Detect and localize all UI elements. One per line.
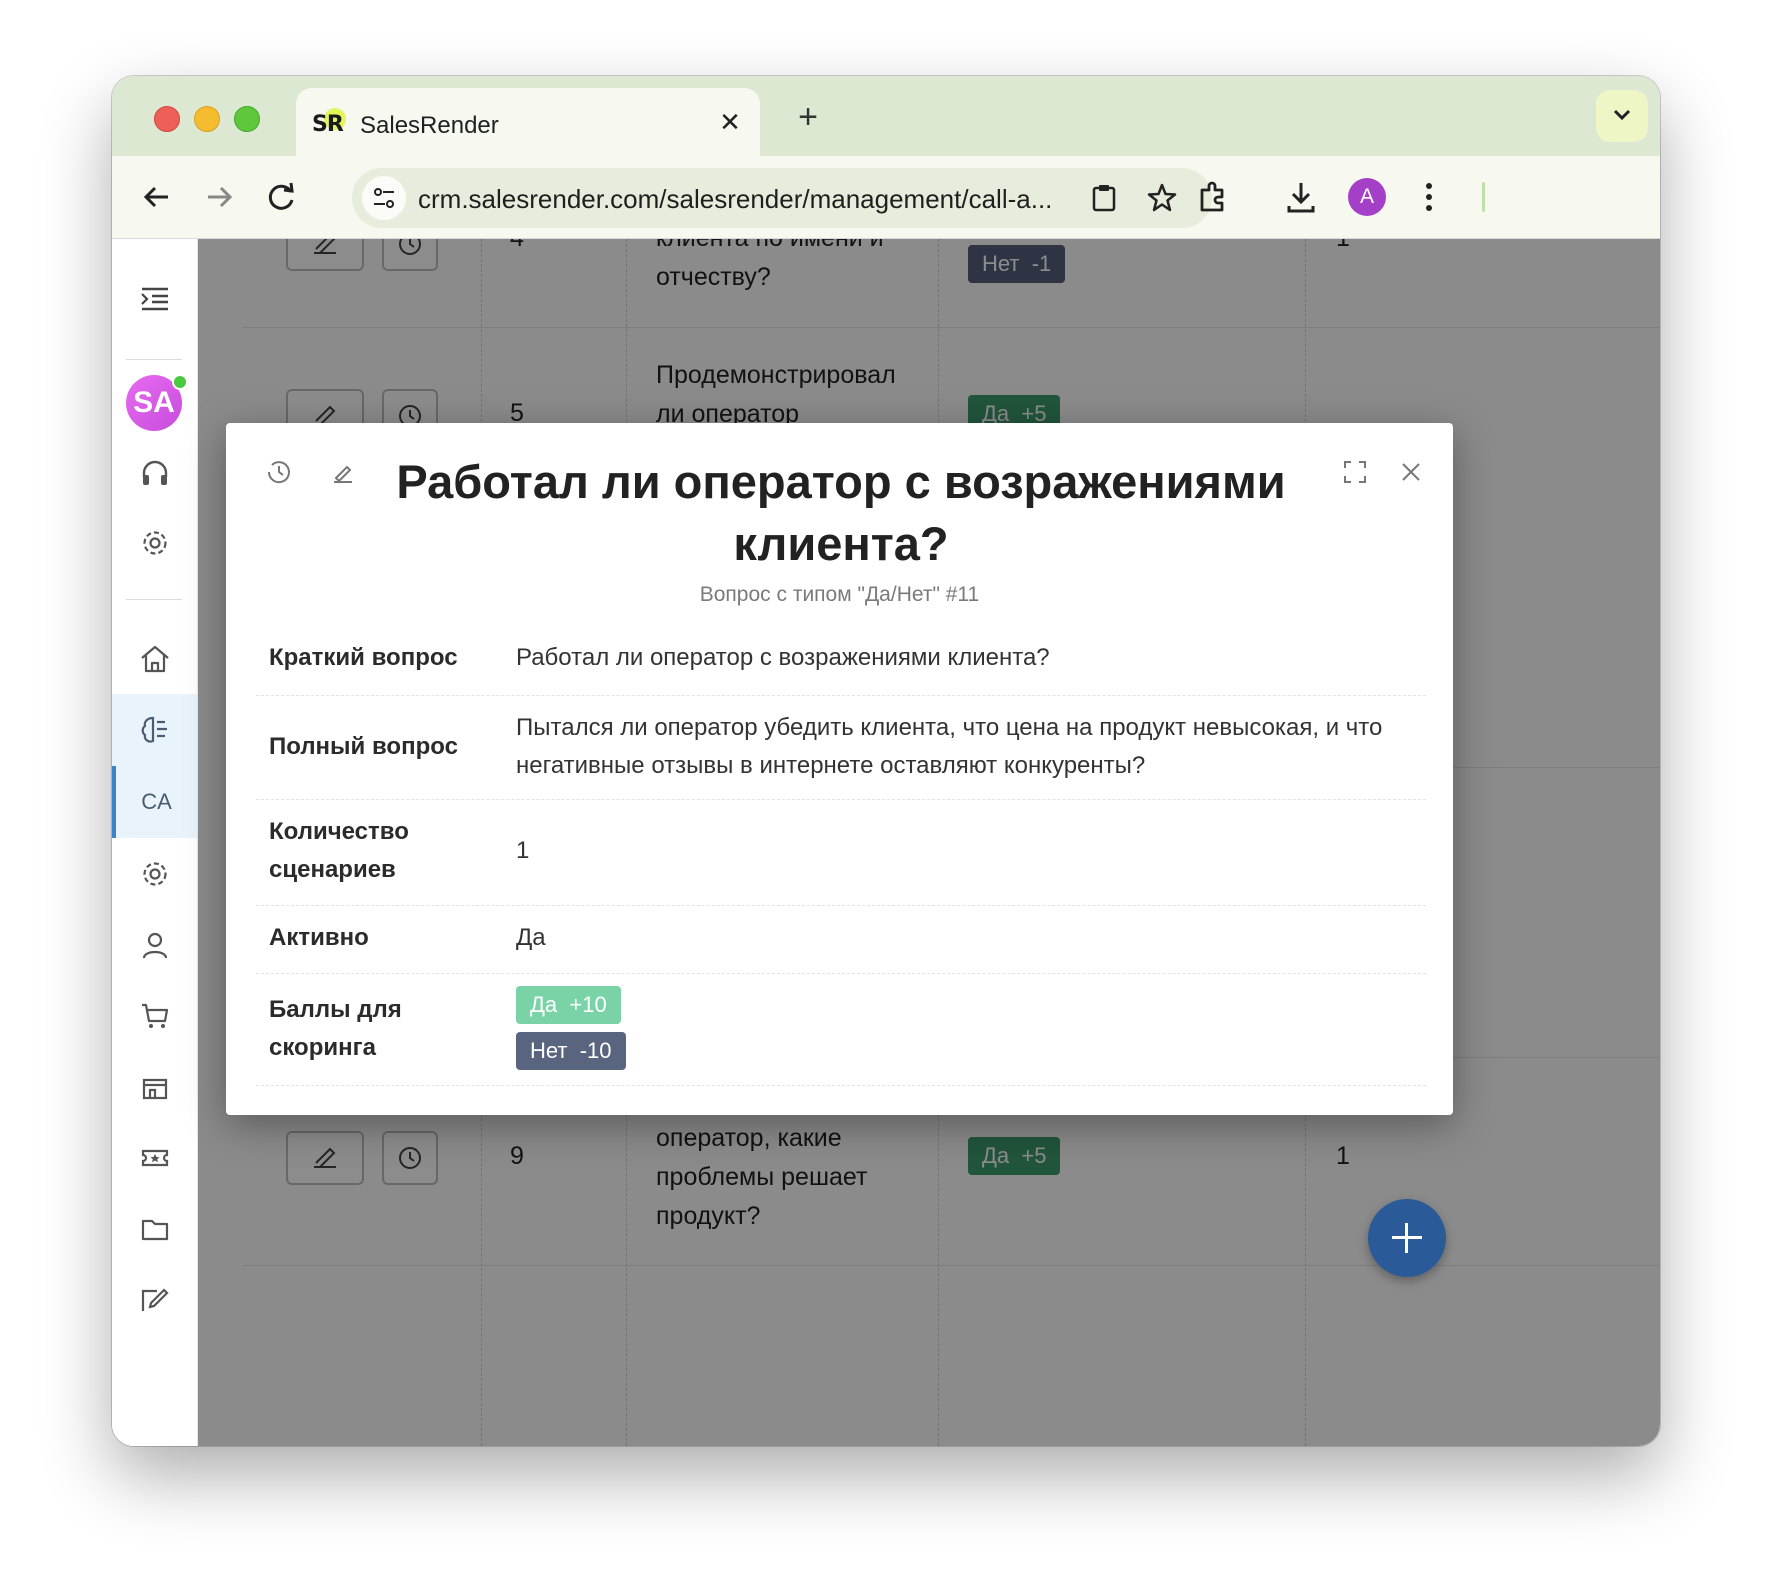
brain-icon	[141, 716, 167, 743]
sidebar-toggle-button[interactable]	[112, 263, 197, 335]
browser-window: SR SalesRender ✕ + crm.salesrender.com/s…	[112, 76, 1660, 1446]
edit-note-icon	[141, 1288, 169, 1311]
question-modal: Работал ли оператор с возражениями клиен…	[226, 423, 1453, 1115]
extensions-icon[interactable]	[1192, 176, 1234, 218]
add-question-button[interactable]	[1368, 1199, 1446, 1277]
field-row-full: Полный вопрос Пытался ли оператор убедит…	[256, 695, 1426, 800]
forward-arrow-icon[interactable]	[198, 176, 240, 218]
ticket-star-icon	[141, 1149, 168, 1167]
gear-icon	[142, 531, 167, 555]
sidebar-item-notes[interactable]	[112, 1264, 197, 1336]
close-window-button[interactable]	[154, 106, 180, 132]
sidebar-item-tickets[interactable]	[112, 1122, 197, 1194]
download-icon[interactable]	[1280, 176, 1322, 218]
gear-icon	[142, 862, 167, 886]
score-yes-badge: Да +10	[516, 986, 621, 1024]
toolbar-separator	[1482, 182, 1485, 212]
browser-toolbar: crm.salesrender.com/salesrender/manageme…	[112, 156, 1660, 239]
back-arrow-icon[interactable]	[136, 176, 178, 218]
headset-icon	[142, 460, 167, 485]
active-label: Активно	[269, 924, 369, 951]
field-row-scores: Баллы для скоринга Да +10 Нет -10	[256, 973, 1426, 1086]
chevron-down-icon	[1613, 109, 1631, 121]
more-vertical-icon[interactable]	[1408, 176, 1450, 218]
fullscreen-icon[interactable]	[1340, 457, 1370, 487]
sidebar-divider	[126, 359, 182, 360]
folder-icon	[141, 1219, 168, 1241]
cart-icon	[141, 1003, 168, 1028]
bookmark-star-icon[interactable]	[1146, 182, 1178, 214]
salesrender-favicon-icon: SR	[312, 108, 346, 140]
sidebar-divider	[126, 599, 182, 600]
url-text: crm.salesrender.com/salesrender/manageme…	[418, 184, 1053, 214]
user-icon	[142, 932, 167, 959]
browser-tab[interactable]: SR SalesRender ✕	[296, 88, 760, 158]
new-tab-button[interactable]: +	[788, 98, 828, 138]
sidebar-item-home[interactable]	[112, 623, 197, 695]
zoom-window-button[interactable]	[234, 106, 260, 132]
favicon-text: SR	[312, 112, 344, 137]
sidebar-item-ai[interactable]	[112, 694, 197, 766]
sidebar-item-calls[interactable]	[112, 437, 197, 509]
site-info-button[interactable]	[362, 176, 406, 220]
minimize-window-button[interactable]	[194, 106, 220, 132]
modal-subtitle: Вопрос с типом "Да/Нет" #11	[699, 583, 980, 606]
modal-title: Работал ли оператор с возражениями клиен…	[396, 455, 1286, 570]
active-value: Да	[516, 924, 546, 951]
tab-close-icon[interactable]: ✕	[714, 106, 746, 138]
history-icon[interactable]	[264, 457, 294, 487]
close-icon[interactable]	[1396, 457, 1426, 487]
sidebar-item-users[interactable]	[112, 909, 197, 981]
online-status-dot	[172, 374, 188, 390]
menu-indent-icon	[140, 287, 168, 311]
field-row-short: Краткий вопрос Работал ли оператор с воз…	[256, 623, 1426, 696]
title-bar: SR SalesRender ✕ +	[112, 76, 1660, 158]
sidebar-item-cart[interactable]	[112, 980, 197, 1052]
sidebar-item-warehouse[interactable]	[112, 1051, 197, 1123]
tab-title: SalesRender	[360, 112, 499, 139]
sidebar-item-settings[interactable]	[112, 838, 197, 910]
home-icon	[140, 645, 169, 673]
field-row-count: Количество сценариев 1	[256, 799, 1426, 906]
short-question-label: Краткий вопрос	[269, 644, 458, 671]
short-question-value: Работал ли оператор с возражениями клиен…	[516, 644, 1050, 671]
full-question-label: Полный вопрос	[269, 733, 458, 760]
full-question-value: Пытался ли оператор убедить клиента, что…	[516, 714, 1383, 779]
pencil-icon[interactable]	[328, 457, 358, 487]
sidebar-item-files[interactable]	[112, 1193, 197, 1265]
sidebar: SA CA	[112, 239, 198, 1446]
tune-icon	[374, 188, 394, 208]
tab-search-button[interactable]	[1596, 90, 1648, 142]
sidebar-item-settings-top[interactable]	[112, 507, 197, 579]
scoring-points-label: Баллы для скоринга	[269, 996, 402, 1061]
profile-avatar[interactable]: A	[1348, 178, 1386, 216]
address-bar[interactable]: crm.salesrender.com/salesrender/manageme…	[352, 168, 1212, 228]
sidebar-item-ca[interactable]: CA	[112, 766, 197, 838]
store-icon	[142, 1078, 167, 1100]
page-content: SA CA отчеству? Нет -1 5 Продемонстриров…	[112, 239, 1660, 1446]
score-no-badge: Нет -10	[516, 1032, 626, 1070]
clipboard-icon[interactable]	[1088, 182, 1120, 214]
field-row-active: Активно Да	[256, 905, 1426, 974]
scenarios-count-label: Количество сценариев	[269, 818, 409, 883]
scenarios-count-value: 1	[516, 837, 530, 864]
reload-icon[interactable]	[260, 176, 302, 218]
